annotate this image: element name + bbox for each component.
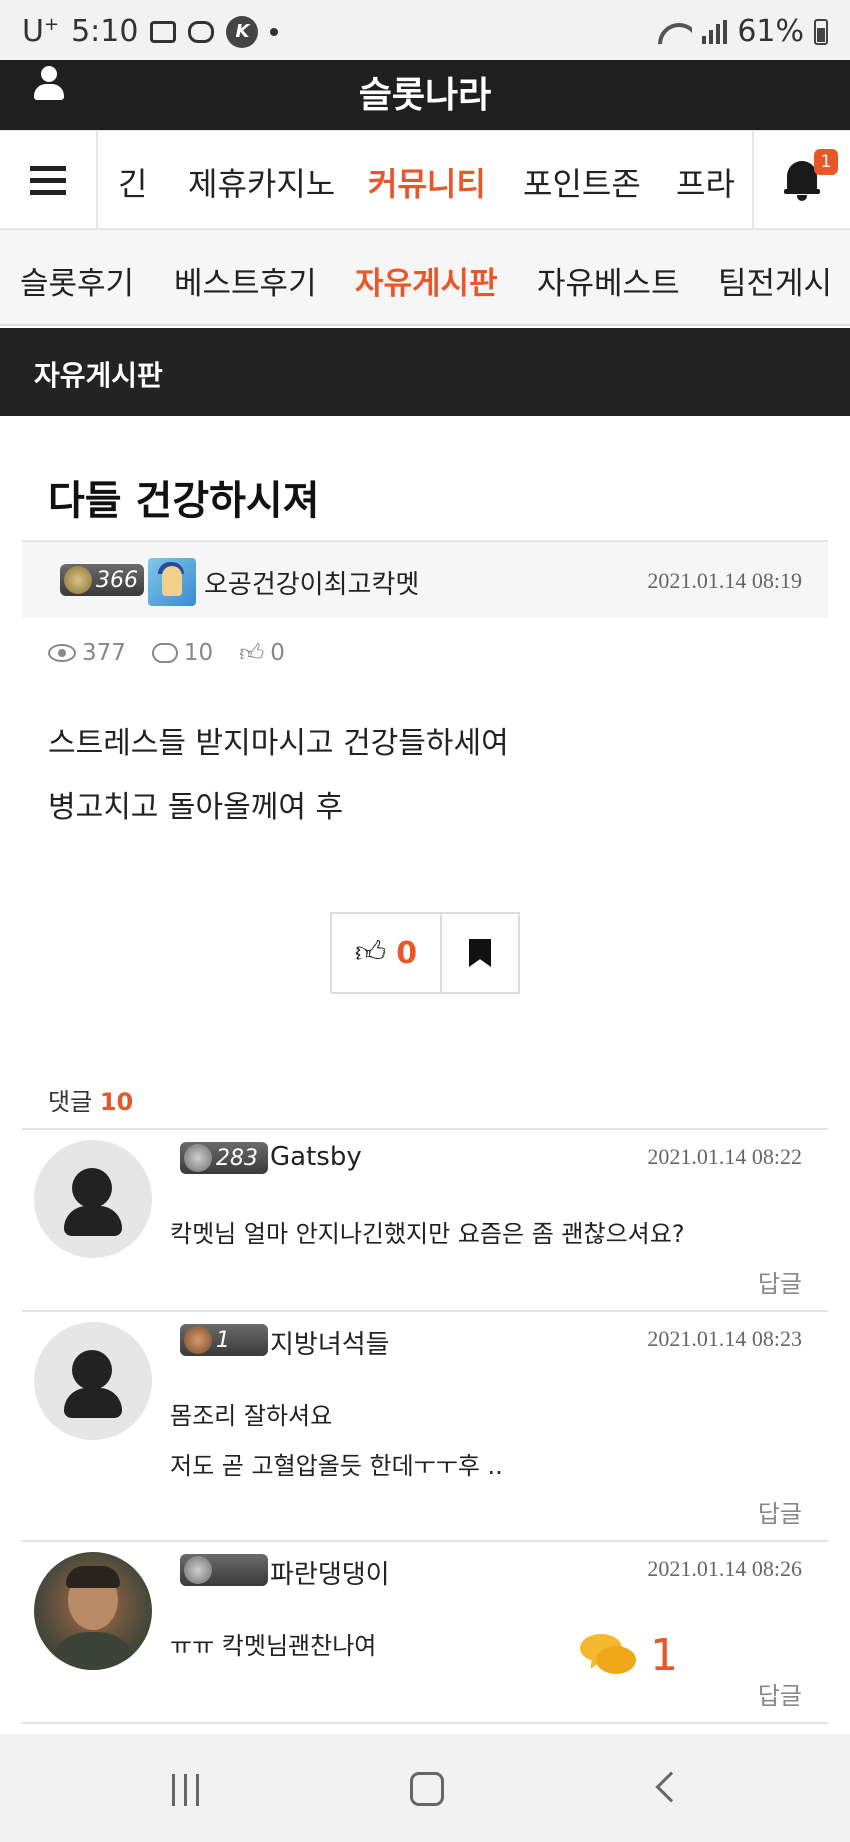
commenter-level-badge — [180, 1554, 268, 1586]
commenter-level-badge: 283 — [180, 1142, 268, 1174]
main-nav: 긴 제휴카지노 커뮤니티 포인트존 프라 1 — [0, 130, 850, 230]
comment-date: 2021.01.14 08:23 — [647, 1326, 802, 1351]
thumbs-up-icon: 👍︎ — [239, 639, 265, 667]
commenter-name[interactable]: 파란댕댕이 — [270, 1554, 390, 1591]
site-title[interactable]: 슬롯나라 — [0, 66, 850, 118]
notifications-button[interactable]: 1 — [752, 131, 850, 229]
notification-badge: 1 — [814, 149, 838, 175]
commenter-avatar[interactable] — [34, 1322, 152, 1440]
level-emblem-icon — [184, 1326, 212, 1354]
post-title: 다들 건강하시져 — [48, 478, 320, 524]
bookmark-button[interactable] — [442, 914, 518, 992]
main-nav-item[interactable]: 긴 — [118, 159, 147, 205]
comment-text: 몸조리 잘하셔요 — [170, 1402, 333, 1430]
reply-button[interactable]: 답글 — [758, 1494, 802, 1529]
level-emblem-icon — [64, 566, 92, 594]
comments-header: 댓글 10 — [48, 1088, 134, 1116]
comment-item: 283 Gatsby 2021.01.14 08:22 칵멧님 얼마 안지나긴했… — [22, 1130, 828, 1310]
sub-nav-item-free-board[interactable]: 자유게시판 — [355, 258, 498, 303]
sub-nav-item-best-review[interactable]: 베스트후기 — [174, 258, 317, 303]
level-emblem-icon — [184, 1556, 212, 1584]
main-nav-item-more[interactable]: 프라 — [676, 159, 735, 205]
status-left: U+ 5:10 K — [22, 14, 279, 49]
back-icon[interactable] — [655, 1771, 687, 1803]
post-body-line: 스트레스들 받지마시고 건강들하세여 — [48, 726, 509, 761]
k-app-icon: K — [226, 15, 259, 48]
likes-stat: 👍︎ 0 — [239, 639, 285, 667]
post-date: 2021.01.14 08:19 — [647, 568, 802, 593]
post-author-bar: 366 오공건강이최고칵멧 2021.01.14 08:19 — [22, 540, 828, 618]
floating-chat-button[interactable]: 1 — [580, 1630, 678, 1681]
board-title: 자유게시판 — [34, 359, 163, 392]
post-body-line: 병고치고 돌아올께여 후 — [48, 790, 344, 825]
post-stats: 377 10 👍︎ 0 — [48, 640, 285, 666]
signal-icon — [702, 19, 728, 44]
post-actions: 👍︎ 0 — [330, 912, 520, 994]
reply-button[interactable]: 답글 — [758, 1676, 802, 1711]
sub-nav-item-free-best[interactable]: 자유베스트 — [537, 258, 680, 303]
eye-icon — [48, 644, 76, 662]
commenter-avatar[interactable] — [34, 1552, 152, 1670]
main-nav-item-community[interactable]: 커뮤니티 — [368, 159, 486, 205]
chat-count: 1 — [650, 1630, 678, 1681]
comment-item: 1 지방녀석들 2021.01.14 08:23 몸조리 잘하셔요 저도 곧 고… — [22, 1312, 828, 1540]
comment-icon — [151, 643, 178, 663]
comment-text: 저도 곧 고혈압올듯 한데ㅜㅜ후 .. — [170, 1452, 503, 1480]
status-bar: U+ 5:10 K 61% — [0, 0, 850, 60]
main-nav-items: 긴 제휴카지노 커뮤니티 포인트존 프라 — [98, 131, 752, 229]
author-level-badge: 366 — [60, 564, 144, 596]
comment-date: 2021.01.14 08:26 — [647, 1556, 802, 1581]
sub-nav-item-slot-review[interactable]: 슬롯후기 — [20, 258, 134, 303]
commenter-level-badge: 1 — [180, 1324, 268, 1356]
comment-date: 2021.01.14 08:22 — [647, 1144, 802, 1169]
comments-stat: 10 — [151, 640, 213, 666]
divider — [22, 1722, 828, 1724]
thumbs-up-icon: 👍︎ — [354, 935, 387, 970]
comment-item: 파란댕댕이 2021.01.14 08:26 ㅠㅠ 칵멧님괜찬나여 답글 — [22, 1542, 828, 1722]
wifi-icon — [658, 19, 692, 45]
like-count: 0 — [396, 935, 418, 971]
battery-percent: 61% — [737, 14, 804, 49]
chat-bubbles-icon — [580, 1633, 636, 1678]
comment-text: 칵멧님 얼마 안지나긴했지만 요즘은 좀 괜찮으셔요? — [170, 1220, 685, 1248]
author-avatar[interactable] — [148, 558, 196, 606]
menu-icon[interactable] — [0, 131, 98, 229]
clock: 5:10 — [71, 14, 139, 49]
home-icon[interactable] — [410, 1772, 444, 1806]
commenter-avatar[interactable] — [34, 1140, 152, 1258]
commenter-name[interactable]: Gatsby — [270, 1142, 362, 1172]
recent-apps-icon[interactable] — [172, 1774, 199, 1806]
site-header: 슬롯나라 — [0, 60, 850, 130]
views-stat: 377 — [48, 640, 126, 666]
author-name[interactable]: 오공건강이최고칵멧 — [204, 564, 419, 601]
system-navigation-bar — [0, 1734, 850, 1842]
comment-text: ㅠㅠ 칵멧님괜찬나여 — [170, 1632, 377, 1660]
status-right: 61% — [658, 14, 828, 49]
board-header: 자유게시판 — [0, 328, 850, 416]
sub-nav-item-team-board[interactable]: 팀전게시 — [718, 258, 832, 303]
reply-button[interactable]: 답글 — [758, 1264, 802, 1299]
commenter-name[interactable]: 지방녀석들 — [270, 1324, 390, 1361]
more-notifications-dot-icon — [270, 27, 279, 36]
level-emblem-icon — [184, 1144, 212, 1172]
like-button[interactable]: 👍︎ 0 — [332, 914, 442, 992]
voicemail-icon — [188, 20, 215, 43]
bookmark-icon — [469, 939, 491, 967]
carrier-label: U+ — [22, 14, 60, 49]
main-nav-item-partner-casino[interactable]: 제휴카지노 — [188, 159, 335, 205]
main-nav-item-point-zone[interactable]: 포인트존 — [523, 159, 641, 205]
battery-icon — [814, 18, 828, 45]
sub-nav: 슬롯후기 베스트후기 자유게시판 자유베스트 팀전게시 — [0, 230, 850, 326]
image-notification-icon — [150, 20, 177, 43]
